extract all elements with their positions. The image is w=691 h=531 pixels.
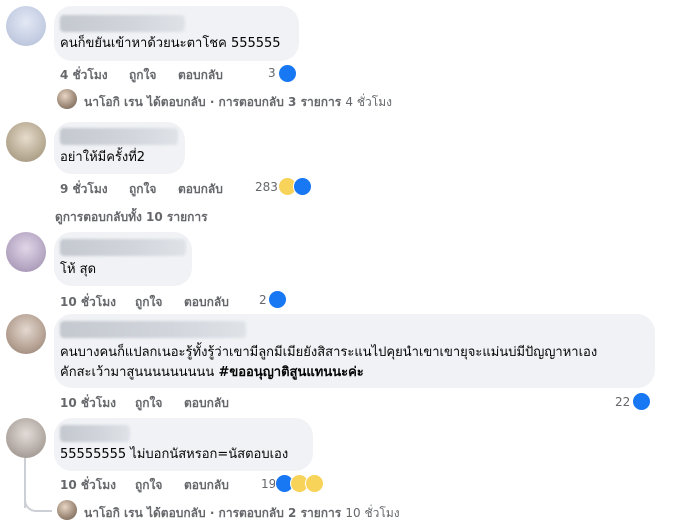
reaction-count[interactable]: 2	[259, 293, 267, 307]
commenter-name-redacted[interactable]	[60, 239, 186, 256]
commenter-avatar[interactable]	[6, 418, 46, 458]
reply-button[interactable]: ตอบกลับ	[184, 394, 229, 413]
reply-summary-time: 4 ชั่วโมง	[345, 95, 392, 109]
like-icon	[632, 392, 651, 411]
hashtag-link[interactable]: #ขออนุญาติสูนแทนนะค่ะ	[218, 365, 363, 380]
reaction-count[interactable]: 19	[261, 477, 276, 491]
reaction-count[interactable]: 22	[615, 395, 630, 409]
reply-summary-text: นาโอกิ เรน ได้ตอบกลับ · การตอบกลับ 3 ราย…	[84, 95, 342, 109]
like-button[interactable]: ถูกใจ	[135, 476, 162, 495]
like-icon	[278, 64, 297, 83]
comment-time[interactable]: 10 ชั่วโมง	[60, 476, 116, 495]
commenter-avatar[interactable]	[6, 314, 46, 354]
commenter-name-redacted[interactable]	[60, 128, 178, 145]
commenter-avatar[interactable]	[6, 122, 46, 162]
like-button[interactable]: ถูกใจ	[129, 66, 156, 85]
comment-time[interactable]: 4 ชั่วโมง	[60, 66, 108, 85]
reply-button[interactable]: ตอบกลับ	[178, 180, 223, 199]
reply-summary-text: นาโอกิ เรน ได้ตอบกลับ · การตอบกลับ 2 ราย…	[84, 506, 342, 520]
view-replies-link[interactable]: นาโอกิ เรน ได้ตอบกลับ · การตอบกลับ 3 ราย…	[84, 93, 392, 112]
comment-text: อย่าให้มีครั้งที่2	[60, 150, 146, 165]
thread-curve	[24, 496, 52, 512]
comment-text-line-2: คักสะเว้ามาสูนนนนนนนนน #ขออนุญาติสูนแทนน…	[60, 363, 364, 383]
replier-avatar	[57, 89, 77, 109]
commenter-name-redacted[interactable]	[60, 321, 246, 338]
view-all-replies-link[interactable]: ดูการตอบกลับทั้ง 10 รายการ	[55, 208, 208, 227]
commenter-avatar[interactable]	[6, 6, 46, 46]
commenter-name-redacted[interactable]	[60, 425, 130, 442]
comment-text-line-1: คนบางคนก็แปลกเนอะรู้ทั้งรู้ว่าเขามีลูกมี…	[60, 345, 598, 360]
reaction-count[interactable]: 283	[255, 180, 278, 194]
comment-time[interactable]: 10 ชั่วโมง	[60, 293, 116, 312]
like-button[interactable]: ถูกใจ	[135, 293, 162, 312]
reaction-count[interactable]: 3	[268, 66, 276, 80]
comment-text: 55555555 ไม่บอกนัสหรอก=นัสตอบเอง	[60, 447, 289, 462]
view-replies-link[interactable]: นาโอกิ เรน ได้ตอบกลับ · การตอบกลับ 2 ราย…	[84, 504, 400, 523]
comment-text: โห้ สุด	[60, 262, 97, 277]
comment-time[interactable]: 9 ชั่วโมง	[60, 180, 108, 199]
comment-time[interactable]: 10 ชั่วโมง	[60, 394, 116, 413]
reply-button[interactable]: ตอบกลับ	[184, 476, 229, 495]
like-button[interactable]: ถูกใจ	[135, 394, 162, 413]
reply-button[interactable]: ตอบกลับ	[178, 66, 223, 85]
commenter-avatar[interactable]	[6, 232, 46, 272]
comment-text: คักสะเว้ามาสูนนนนนนนนน	[60, 365, 215, 380]
like-button[interactable]: ถูกใจ	[129, 180, 156, 199]
like-icon	[268, 290, 287, 309]
replier-avatar	[57, 500, 77, 520]
commenter-name-redacted[interactable]	[60, 15, 185, 32]
reply-summary-time: 10 ชั่วโมง	[345, 506, 400, 520]
comment-text: คนก็ขยันเข้าหาด้วยนะตาโชค 555555	[60, 36, 281, 51]
care-icon	[305, 474, 324, 493]
like-icon	[293, 177, 312, 196]
reply-button[interactable]: ตอบกลับ	[184, 293, 229, 312]
